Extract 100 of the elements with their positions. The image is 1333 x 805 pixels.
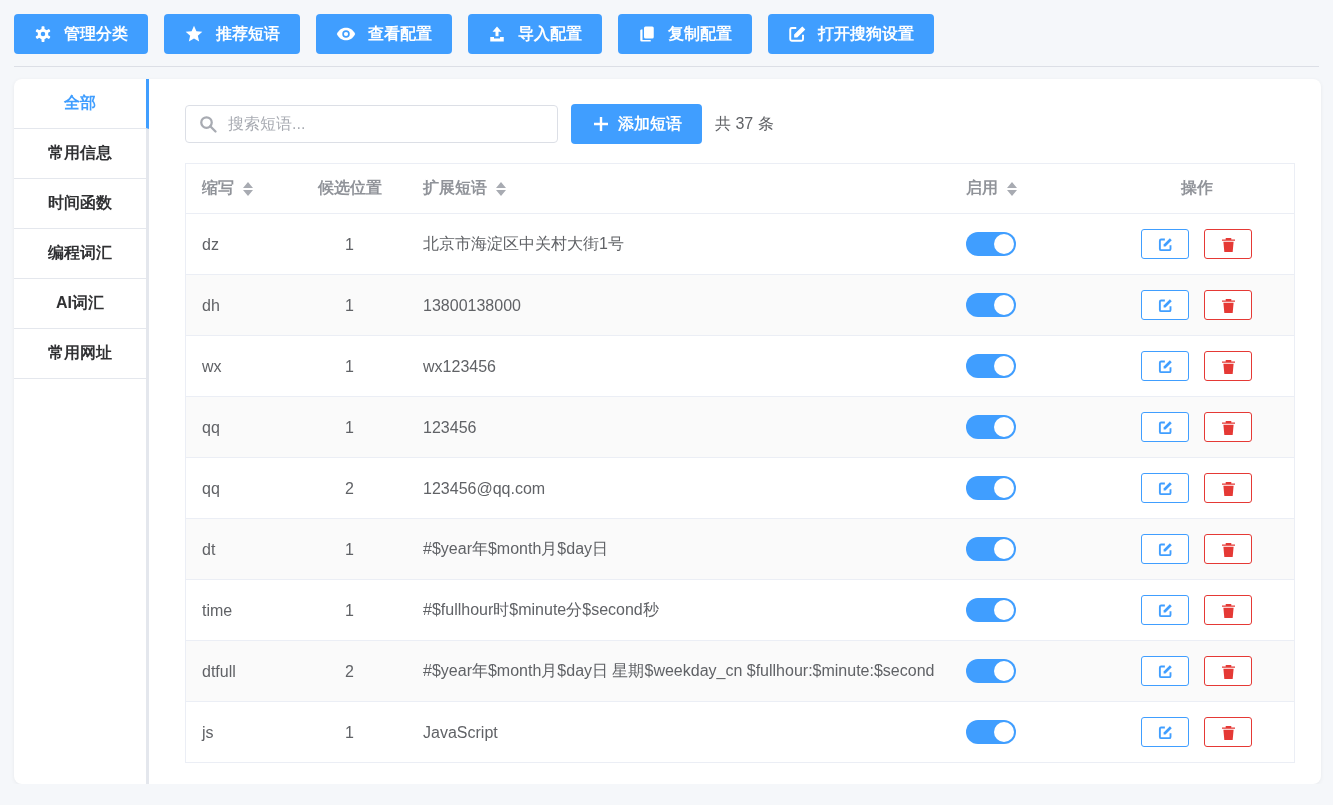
add-phrase-button[interactable]: 添加短语: [571, 104, 702, 144]
toolbar-button[interactable]: 复制配置: [618, 14, 752, 54]
total-count: 共 37 条: [715, 113, 774, 134]
table-cell: 2: [345, 662, 354, 680]
sidebar-item[interactable]: 编程词汇: [14, 229, 149, 279]
table-cell: #$fullhour时$minute分$second秒: [423, 600, 659, 618]
column-header: 操作: [1180, 179, 1213, 196]
table-cell: qq: [202, 418, 220, 436]
delete-button[interactable]: [1204, 351, 1253, 381]
table-cell: wx123456: [423, 357, 496, 375]
search-field[interactable]: 搜索短语...: [185, 105, 558, 143]
edit-button[interactable]: [1141, 534, 1190, 564]
table-cell: 1: [345, 601, 354, 619]
trash-icon: [1221, 236, 1235, 252]
delete-button[interactable]: [1204, 290, 1253, 320]
edit-button[interactable]: [1141, 412, 1190, 442]
sidebar-item[interactable]: 时间函数: [14, 179, 149, 229]
table-cell: #$year年$month月$day日 星期$weekday_cn $fullhour:$minute:$second: [423, 661, 935, 679]
trash-icon: [1221, 663, 1235, 679]
edit-icon: [1157, 419, 1173, 435]
column-header: 扩展短语: [423, 179, 488, 196]
edit-button[interactable]: [1141, 351, 1190, 381]
edit-icon: [1157, 358, 1173, 374]
gear-icon: [34, 25, 52, 43]
trash-icon: [1221, 419, 1235, 435]
edit-icon: [1157, 724, 1173, 740]
search-icon: [199, 115, 217, 133]
delete-button[interactable]: [1204, 473, 1253, 503]
edit-button[interactable]: [1141, 229, 1190, 259]
sidebar-item[interactable]: AI词汇: [14, 279, 149, 329]
edit-icon: [1157, 236, 1173, 252]
toggle-switch[interactable]: [966, 537, 1017, 561]
table-cell: 123456@qq.com: [423, 479, 546, 497]
delete-button[interactable]: [1204, 717, 1253, 747]
toolbar-button[interactable]: 管理分类: [14, 14, 148, 54]
edit-icon: [1157, 602, 1173, 618]
toggle-switch[interactable]: [966, 232, 1017, 256]
toolbar-button[interactable]: 导入配置: [468, 14, 602, 54]
table-cell: 1: [345, 357, 354, 375]
copy-icon: [638, 25, 656, 43]
table-cell: #$year年$month月$day日: [423, 539, 609, 557]
table-cell: JavaScript: [423, 723, 498, 741]
delete-button[interactable]: [1204, 595, 1253, 625]
edit-icon: [1157, 663, 1173, 679]
edit-button[interactable]: [1141, 717, 1190, 747]
toolbar-button[interactable]: 打开搜狗设置: [768, 14, 934, 54]
table-cell: time: [202, 601, 233, 619]
toggle-switch[interactable]: [966, 415, 1017, 439]
table-cell: 1: [345, 540, 354, 558]
trash-icon: [1221, 358, 1235, 374]
table-cell: 北京市海淀区中关村大街1号: [423, 234, 624, 252]
table-cell: js: [202, 723, 214, 741]
sidebar-item[interactable]: 常用信息: [14, 129, 149, 179]
toggle-switch[interactable]: [966, 659, 1017, 683]
edit-icon: [788, 25, 806, 43]
edit-icon: [1157, 541, 1173, 557]
trash-icon: [1221, 297, 1235, 313]
sort-icon[interactable]: [242, 180, 254, 197]
delete-button[interactable]: [1204, 229, 1253, 259]
trash-icon: [1221, 541, 1235, 557]
delete-button[interactable]: [1204, 656, 1253, 686]
edit-button[interactable]: [1141, 290, 1190, 320]
table-cell: 123456: [423, 418, 477, 436]
toggle-switch[interactable]: [966, 720, 1017, 744]
plus-icon: [593, 116, 609, 132]
sort-icon[interactable]: [495, 180, 508, 197]
table-cell: wx: [202, 357, 222, 375]
table-cell: 1: [345, 235, 354, 253]
toggle-switch[interactable]: [966, 476, 1017, 500]
table-cell: dtfull: [202, 662, 236, 680]
sidebar-item[interactable]: 全部: [14, 79, 149, 129]
toolbar-button[interactable]: 推荐短语: [164, 14, 300, 54]
edit-button[interactable]: [1141, 656, 1190, 686]
table-cell: 1: [345, 296, 354, 314]
table-cell: 1: [345, 418, 354, 436]
table-cell: dz: [202, 235, 219, 253]
sidebar-item[interactable]: 常用网址: [14, 329, 149, 379]
star-icon: [184, 24, 204, 44]
toggle-switch[interactable]: [966, 354, 1017, 378]
trash-icon: [1221, 480, 1235, 496]
table-cell: 1: [345, 723, 354, 741]
table-cell: dh: [202, 296, 220, 314]
delete-button[interactable]: [1204, 412, 1253, 442]
column-header: 候选位置: [317, 179, 382, 196]
edit-icon: [1157, 297, 1173, 313]
toggle-switch[interactable]: [966, 293, 1017, 317]
column-header: 缩写: [202, 179, 234, 196]
table-cell: 13800138000: [423, 296, 521, 314]
toolbar-button[interactable]: 查看配置: [316, 14, 452, 54]
edit-button[interactable]: [1141, 595, 1190, 625]
delete-button[interactable]: [1204, 534, 1253, 564]
toggle-switch[interactable]: [966, 598, 1017, 622]
sort-icon[interactable]: [1006, 180, 1019, 197]
column-header: 启用: [966, 179, 999, 196]
table-cell: 2: [345, 479, 354, 497]
edit-button[interactable]: [1141, 473, 1190, 503]
table-cell: qq: [202, 479, 220, 497]
table-cell: dt: [202, 540, 216, 558]
trash-icon: [1221, 724, 1235, 740]
upload-icon: [488, 25, 506, 43]
